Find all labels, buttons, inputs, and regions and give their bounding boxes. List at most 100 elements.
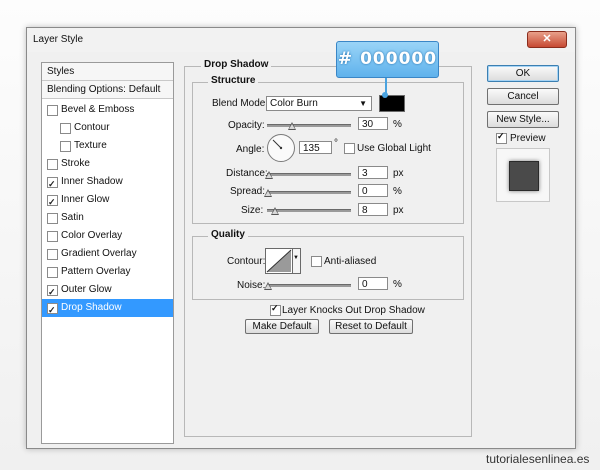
style-item-checkbox[interactable] (47, 193, 58, 211)
noise-slider-thumb[interactable] (264, 282, 272, 290)
style-item[interactable]: Color Overlay (42, 227, 173, 245)
preview-checkbox[interactable]: ✓ (496, 131, 507, 144)
style-item[interactable]: Drop Shadow (42, 299, 173, 319)
anti-aliased-label: Anti-aliased (324, 256, 377, 267)
opacity-field[interactable]: 30 (358, 117, 388, 130)
size-label: Size: (241, 205, 264, 216)
blend-mode-label: Blend Mode: (212, 98, 269, 109)
structure-title: Structure (208, 75, 259, 86)
checkmark-icon: ✓ (271, 303, 279, 313)
noise-field[interactable]: 0 (358, 277, 388, 290)
style-item-checkbox[interactable] (60, 141, 71, 152)
style-item-checkbox[interactable] (47, 213, 58, 224)
knockout-checkbox[interactable]: ✓ (270, 303, 281, 316)
angle-field[interactable]: 135 (299, 141, 332, 154)
chevron-down-icon: ▼ (359, 99, 367, 108)
dialog-title: Layer Style (33, 34, 84, 45)
opacity-label: Opacity: (228, 120, 265, 131)
style-item-checkbox[interactable] (47, 283, 58, 301)
style-item-label: Contour (74, 122, 110, 133)
noise-slider[interactable] (267, 284, 351, 287)
style-item[interactable]: Pattern Overlay (42, 263, 173, 281)
callout-pointer-dot (382, 92, 388, 98)
make-default-button[interactable]: Make Default (245, 319, 319, 334)
style-item-label: Bevel & Emboss (61, 104, 135, 115)
opacity-slider-thumb[interactable] (288, 122, 296, 130)
style-item[interactable]: Inner Shadow (42, 173, 173, 193)
anti-aliased-checkbox[interactable] (311, 256, 322, 267)
blend-mode-value: Color Burn (270, 98, 318, 109)
distance-slider-thumb[interactable] (265, 171, 273, 179)
color-callout: # 000000 (336, 41, 439, 78)
style-item-checkbox[interactable] (47, 105, 58, 116)
blending-options-item[interactable]: Blending Options: Default (42, 81, 173, 99)
angle-label: Angle: (236, 144, 265, 155)
reset-default-button[interactable]: Reset to Default (329, 319, 413, 334)
preview-thumbnail (496, 148, 550, 202)
drop-shadow-title: Drop Shadow (201, 59, 272, 70)
cancel-button[interactable]: Cancel (487, 88, 559, 105)
chevron-down-icon: ▼ (293, 255, 299, 261)
style-item[interactable]: Inner Glow (42, 191, 173, 211)
style-item-label: Satin (61, 212, 84, 223)
style-item-checkbox[interactable] (47, 231, 58, 242)
style-item-checkbox[interactable] (47, 249, 58, 260)
style-item-checkbox[interactable] (47, 267, 58, 278)
style-item-label: Inner Glow (61, 194, 110, 205)
global-light-checkbox[interactable] (344, 143, 355, 154)
styles-list: Styles Blending Options: Default Bevel &… (41, 62, 174, 444)
distance-field[interactable]: 3 (358, 166, 388, 179)
contour-curve-icon (266, 249, 292, 273)
angle-unit: ° (334, 138, 338, 149)
title-bar[interactable]: Layer Style ✕ (27, 28, 575, 52)
style-item-label: Pattern Overlay (61, 266, 131, 277)
spread-label: Spread: (230, 186, 266, 197)
preview-swatch (509, 161, 539, 191)
angle-needle-icon (272, 139, 283, 150)
style-item-checkbox[interactable] (47, 301, 58, 319)
site-watermark: tutorialesenlinea.es (486, 452, 590, 466)
style-item-label: Gradient Overlay (61, 248, 137, 259)
size-slider[interactable] (267, 209, 351, 212)
size-unit: px (393, 205, 404, 216)
checkmark-icon: ✓ (497, 131, 505, 141)
contour-picker[interactable] (265, 248, 293, 274)
distance-slider[interactable] (267, 173, 351, 176)
distance-unit: px (393, 168, 404, 179)
style-item[interactable]: Texture (42, 137, 173, 155)
style-item-label: Outer Glow (61, 284, 112, 295)
quality-group (192, 236, 464, 300)
noise-unit: % (393, 279, 402, 290)
style-item[interactable]: Contour (42, 119, 173, 137)
style-item[interactable]: Outer Glow (42, 281, 173, 301)
contour-label: Contour: (227, 256, 266, 267)
size-field[interactable]: 8 (358, 203, 388, 216)
style-item[interactable]: Satin (42, 209, 173, 227)
contour-dropdown-button[interactable]: ▼ (292, 248, 301, 274)
style-item[interactable]: Gradient Overlay (42, 245, 173, 263)
opacity-slider[interactable] (267, 124, 351, 127)
spread-slider[interactable] (267, 191, 351, 194)
close-button[interactable]: ✕ (527, 31, 567, 48)
blend-mode-select[interactable]: Color Burn ▼ (266, 96, 372, 111)
ok-button[interactable]: OK (487, 65, 559, 82)
style-item-label: Drop Shadow (61, 302, 122, 313)
style-item-checkbox[interactable] (47, 159, 58, 170)
style-item-checkbox[interactable] (47, 175, 58, 193)
style-item-label: Stroke (61, 158, 90, 169)
style-item-checkbox[interactable] (60, 123, 71, 134)
preview-label: Preview (510, 133, 546, 144)
spread-slider-thumb[interactable] (264, 189, 272, 197)
knockout-label: Layer Knocks Out Drop Shadow (282, 305, 425, 316)
size-slider-thumb[interactable] (271, 207, 279, 215)
global-light-label: Use Global Light (357, 143, 431, 154)
style-item[interactable]: Bevel & Emboss (42, 101, 173, 119)
style-item-label: Color Overlay (61, 230, 123, 241)
styles-header[interactable]: Styles (42, 63, 173, 81)
spread-unit: % (393, 186, 402, 197)
angle-dial[interactable] (267, 134, 295, 162)
style-item-label: Texture (74, 140, 107, 151)
spread-field[interactable]: 0 (358, 184, 388, 197)
style-item[interactable]: Stroke (42, 155, 173, 173)
new-style-button[interactable]: New Style... (487, 111, 559, 128)
